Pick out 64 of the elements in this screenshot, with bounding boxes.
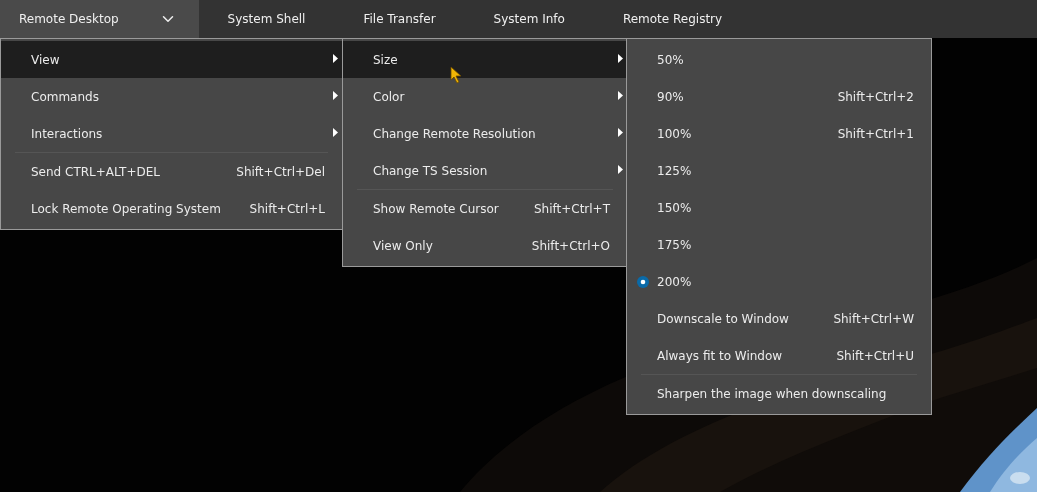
menu-item[interactable]: View xyxy=(1,41,342,78)
menu-item-label: Color xyxy=(373,89,406,104)
shortcut-label: Shift+Ctrl+W xyxy=(833,311,914,326)
shortcut-label: Shift+Ctrl+T xyxy=(533,201,610,216)
menu-item[interactable]: Commands xyxy=(1,78,342,115)
menu-item-label: Change Remote Resolution xyxy=(373,126,537,141)
menu-item[interactable]: Change TS Session xyxy=(343,152,627,189)
shortcut-label: Shift+Ctrl+1 xyxy=(837,126,914,141)
menu-bar-item[interactable]: System Info xyxy=(464,0,594,38)
submenu-arrow-icon xyxy=(618,128,623,137)
menu-bar-item[interactable]: Remote Desktop xyxy=(0,0,199,38)
mouse-pointer-icon xyxy=(450,66,462,84)
menu-item-label: Show Remote Cursor xyxy=(373,201,500,216)
menu-item[interactable]: 50% xyxy=(627,41,931,78)
menu-item[interactable]: 175% xyxy=(627,226,931,263)
menu-item[interactable]: View Only Shift+Ctrl+O xyxy=(343,227,627,264)
submenu-arrow-icon xyxy=(333,128,338,137)
menu-item[interactable]: 125% xyxy=(627,152,931,189)
menu-item[interactable]: Send CTRL+ALT+DEL Shift+Ctrl+Del xyxy=(1,152,342,190)
submenu-arrow-icon xyxy=(618,54,623,63)
menu-item[interactable]: Always fit to Window Shift+Ctrl+U xyxy=(627,337,931,374)
shortcut-label: Shift+Ctrl+O xyxy=(531,238,610,253)
menu-item-label: Downscale to Window xyxy=(657,311,790,326)
menu-item[interactable]: Interactions xyxy=(1,115,342,152)
menu-item-label: Interactions xyxy=(31,126,104,141)
menu-item[interactable]: Sharpen the image when downscaling xyxy=(627,374,931,412)
menu-item-label: View xyxy=(31,52,61,67)
menu-item-label: Send CTRL+ALT+DEL xyxy=(31,164,161,179)
submenu-arrow-icon xyxy=(333,91,338,100)
menu-item-label: 90% xyxy=(657,89,685,104)
submenu-arrow-icon xyxy=(618,91,623,100)
menu-item[interactable]: Lock Remote Operating System Shift+Ctrl+L xyxy=(1,190,342,227)
menu-item-label: 50% xyxy=(657,52,685,67)
shortcut-label: Shift+Ctrl+U xyxy=(836,348,914,363)
menu-item[interactable]: 200% xyxy=(627,263,931,300)
shortcut-label: Shift+Ctrl+Del xyxy=(236,164,325,179)
menu-item-label: View Only xyxy=(373,238,434,253)
menu-bar-item[interactable]: System Shell xyxy=(198,0,335,38)
menu-bar-item[interactable]: Remote Registry xyxy=(593,0,752,38)
menu-item[interactable]: Downscale to Window Shift+Ctrl+W xyxy=(627,300,931,337)
menu-item-label: Sharpen the image when downscaling xyxy=(657,386,888,401)
shortcut-label: Shift+Ctrl+L xyxy=(249,201,325,216)
menu-item-label: 200% xyxy=(657,274,693,289)
menu-item[interactable]: Change Remote Resolution xyxy=(343,115,627,152)
submenu-arrow-icon xyxy=(618,165,623,174)
menu-item-label: Size xyxy=(373,52,399,67)
menu-item-label: Change TS Session xyxy=(373,163,489,178)
submenu-arrow-icon xyxy=(333,54,338,63)
menu-item[interactable]: Show Remote Cursor Shift+Ctrl+T xyxy=(343,189,627,227)
menu-item-label: 150% xyxy=(657,200,693,215)
menu-item[interactable]: 100% Shift+Ctrl+1 xyxy=(627,115,931,152)
menu-item[interactable]: 150% xyxy=(627,189,931,226)
menu-item-label: 100% xyxy=(657,126,693,141)
shortcut-label: Shift+Ctrl+2 xyxy=(837,89,914,104)
menu-item-label: 125% xyxy=(657,163,693,178)
menu-item[interactable]: Size xyxy=(343,41,627,78)
menu-item[interactable]: 90% Shift+Ctrl+2 xyxy=(627,78,931,115)
menu-item-label: Always fit to Window xyxy=(657,348,784,363)
menu-item[interactable]: Color xyxy=(343,78,627,115)
menu-item-label: 175% xyxy=(657,237,693,252)
menu-bar-item[interactable]: File Transfer xyxy=(334,0,465,38)
menu-label: Remote Desktop xyxy=(19,12,119,26)
menu-item-label: Commands xyxy=(31,89,100,104)
menu-item-label: Lock Remote Operating System xyxy=(31,201,222,216)
